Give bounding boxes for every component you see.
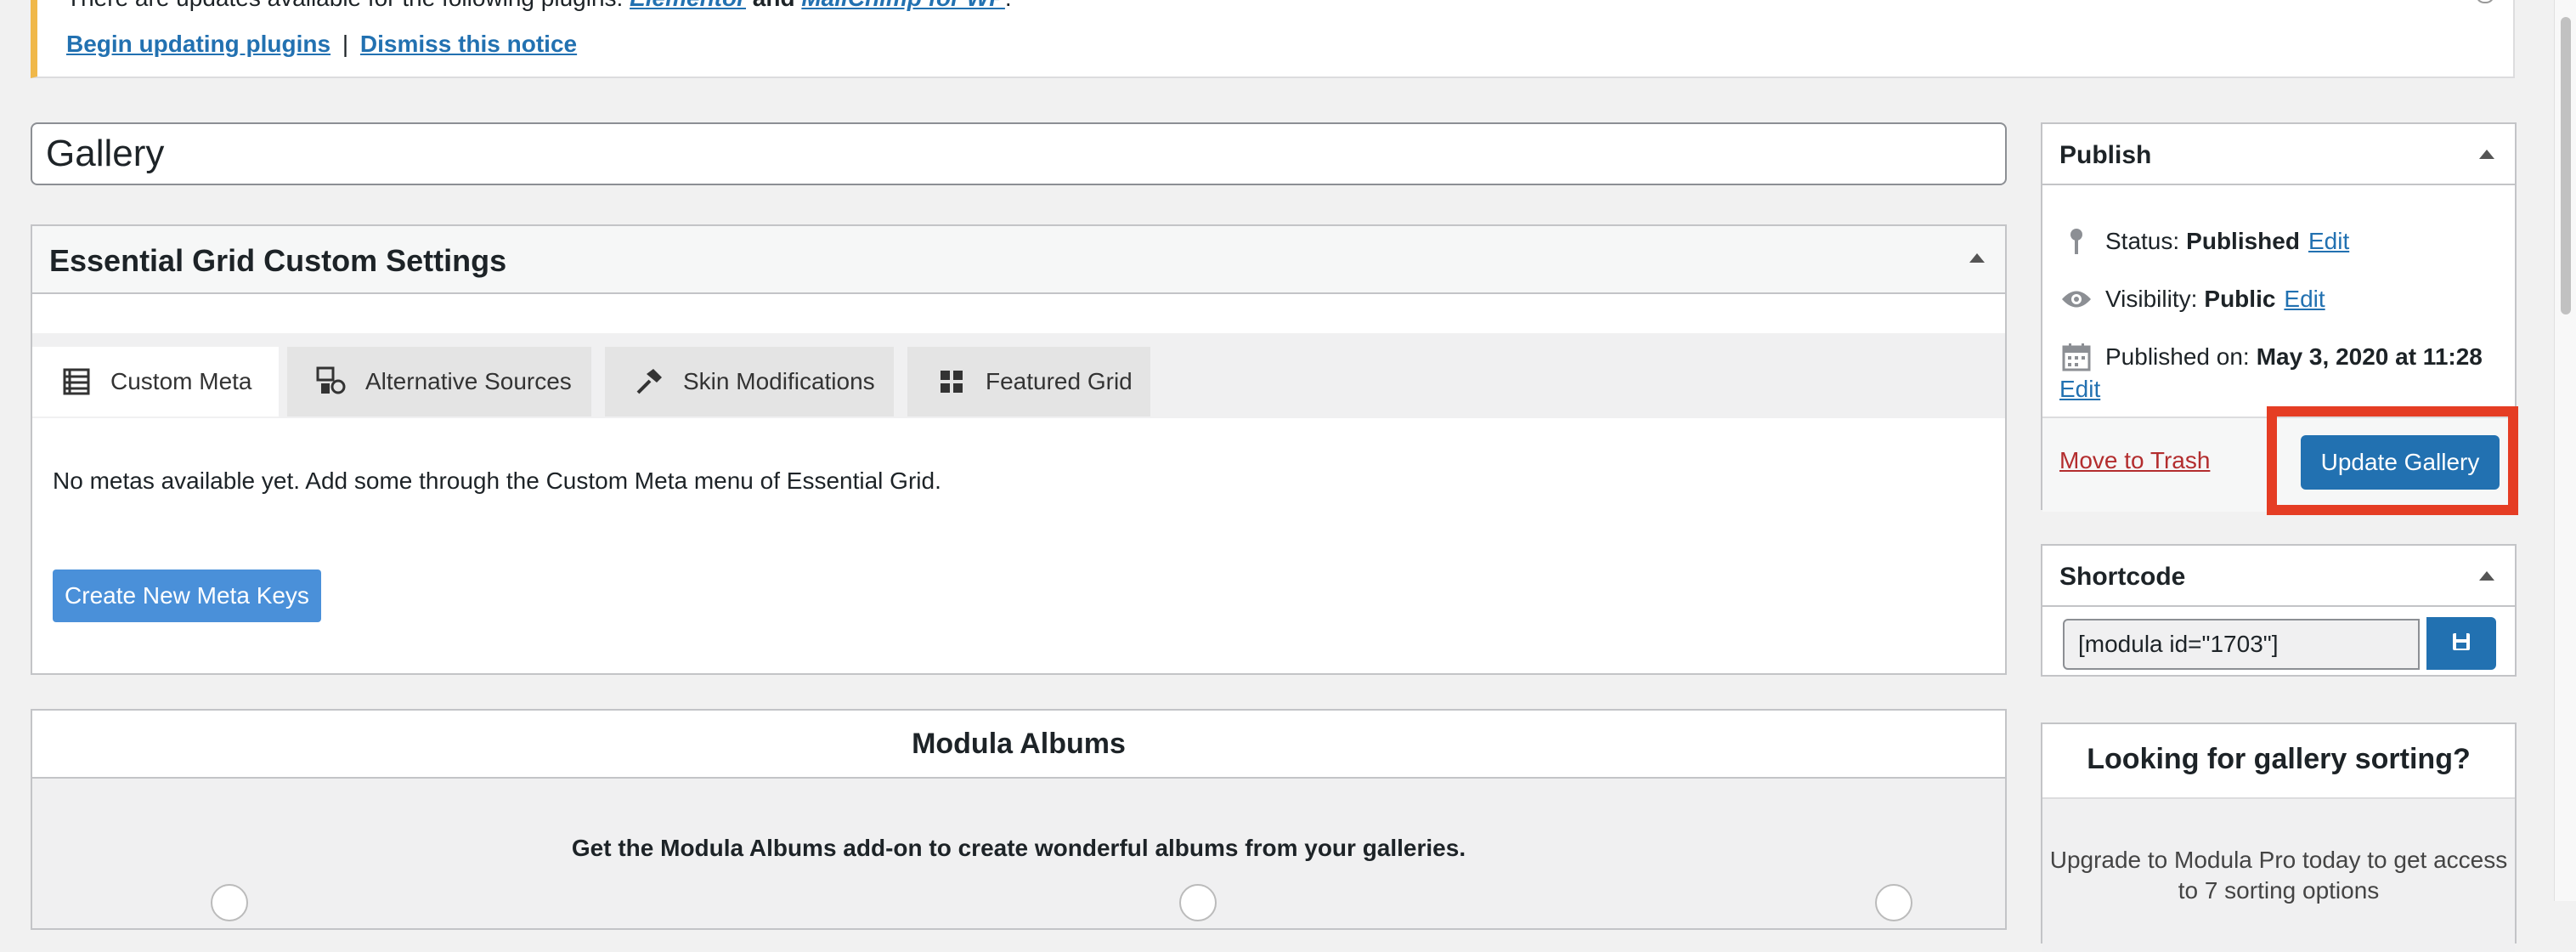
begin-updating-link[interactable]: Begin updating plugins	[66, 31, 330, 57]
modula-albums-subheading: Get the Modula Albums add-on to create w…	[571, 835, 1466, 861]
essential-grid-tabs: Custom Meta Alternative Sources Skin Mod…	[32, 333, 2005, 418]
published-label: Published on:	[2105, 343, 2250, 370]
edit-visibility-link[interactable]: Edit	[2284, 286, 2325, 313]
notice-dismiss-icon[interactable]	[2476, 0, 2494, 3]
notice-links: Begin updating plugins | Dismiss this no…	[66, 31, 577, 58]
tab-alternative-sources[interactable]: Alternative Sources	[287, 347, 591, 416]
collapse-caret-icon[interactable]	[1969, 253, 1985, 263]
tab-custom-meta[interactable]: Custom Meta	[32, 347, 279, 416]
status-label: Status:	[2105, 228, 2180, 254]
scrollbar-thumb[interactable]	[2561, 17, 2571, 314]
essential-grid-header[interactable]: Essential Grid Custom Settings	[32, 226, 2005, 294]
hammer-icon	[634, 366, 664, 397]
shortcode-header[interactable]: Shortcode	[2042, 546, 2515, 607]
check-icon	[1875, 884, 1913, 921]
edit-published-date-link[interactable]: Edit	[2059, 376, 2100, 403]
published-on-row: Published on: May 3, 2020 at 11:28	[2059, 340, 2491, 374]
move-to-trash-link[interactable]: Move to Trash	[2059, 447, 2210, 473]
publish-header[interactable]: Publish	[2042, 124, 2515, 185]
visibility-label: Visibility:	[2105, 286, 2198, 312]
status-value: Published	[2186, 228, 2300, 254]
pin-icon	[2059, 224, 2093, 258]
copy-shortcode-button[interactable]	[2426, 617, 2496, 670]
notice-text: There are updates available for the foll…	[66, 0, 1012, 12]
feature-list	[211, 884, 1929, 921]
shortcode-box: Shortcode	[2041, 544, 2517, 677]
no-metas-message: No metas available yet. Add some through…	[53, 468, 941, 494]
edit-status-link[interactable]: Edit	[2308, 228, 2349, 255]
calendar-icon	[2059, 340, 2093, 374]
plugin-update-notice: There are updates available for the foll…	[31, 0, 2515, 78]
visibility-value: Public	[2204, 286, 2276, 312]
gallery-sorting-box: Looking for gallery sorting? Upgrade to …	[2041, 722, 2517, 952]
trash-wrap: Move to Trash	[2059, 447, 2210, 474]
sorting-heading: Looking for gallery sorting?	[2042, 724, 2515, 799]
save-icon	[2451, 632, 2471, 656]
visibility-row: Visibility: Public Edit	[2059, 282, 2325, 316]
check-icon	[211, 884, 248, 921]
shortcode-heading: Shortcode	[2059, 563, 2186, 591]
collapse-caret-icon[interactable]	[2479, 150, 2494, 159]
tab-label: Alternative Sources	[365, 368, 572, 394]
page-scrollbar[interactable]	[2554, 0, 2576, 901]
elementor-link[interactable]: Elementor	[630, 0, 746, 11]
sorting-body: Upgrade to Modula Pro today to get acces…	[2042, 799, 2515, 952]
sorting-text: Upgrade to Modula Pro today to get acces…	[2049, 847, 2508, 904]
grid-icon	[936, 366, 967, 397]
highlight-box	[2267, 406, 2518, 515]
tab-skin-modifications[interactable]: Skin Modifications	[605, 347, 894, 416]
media-icon	[316, 366, 347, 397]
tab-label: Custom Meta	[110, 368, 252, 394]
published-value: May 3, 2020 at 11:28	[2256, 343, 2483, 370]
create-meta-keys-button[interactable]: Create New Meta Keys	[53, 570, 321, 622]
modula-albums-box: Modula Albums Get the Modula Albums add-…	[31, 709, 2007, 930]
check-icon	[1178, 884, 1217, 921]
essential-grid-settings-box: Essential Grid Custom Settings Custom Me…	[31, 224, 2007, 675]
notice-and: and	[753, 0, 795, 11]
notice-separator: |	[342, 31, 349, 57]
status-row: Status: Published Edit	[2059, 224, 2349, 258]
tab-featured-grid[interactable]: Featured Grid	[907, 347, 1150, 416]
tab-label: Skin Modifications	[683, 368, 875, 394]
tab-label: Featured Grid	[986, 368, 1133, 394]
gallery-title-input[interactable]	[31, 122, 2007, 185]
shortcode-input[interactable]	[2063, 619, 2420, 670]
collapse-caret-icon[interactable]	[2479, 571, 2494, 581]
list-icon	[61, 366, 92, 397]
dismiss-notice-link[interactable]: Dismiss this notice	[360, 31, 577, 57]
eye-icon	[2059, 282, 2093, 316]
essential-grid-heading: Essential Grid Custom Settings	[49, 243, 507, 278]
notice-prefix: There are updates available for the foll…	[66, 0, 623, 11]
modula-albums-header: Modula Albums	[32, 711, 2005, 779]
mailchimp-link[interactable]: MailChimp for WP	[801, 0, 1005, 11]
notice-period: .	[1005, 0, 1012, 11]
publish-heading: Publish	[2059, 141, 2152, 169]
modula-albums-heading: Modula Albums	[912, 728, 1126, 760]
